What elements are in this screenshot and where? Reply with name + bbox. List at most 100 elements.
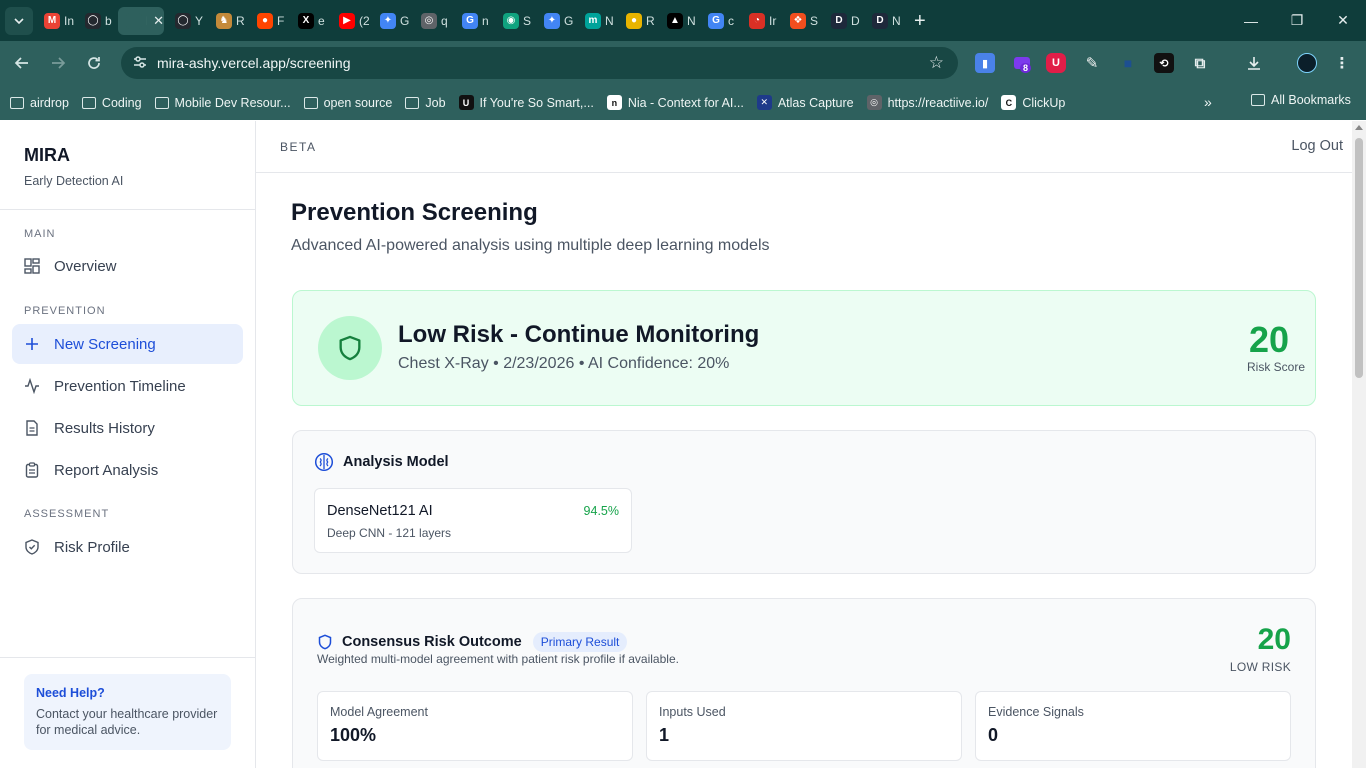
- bookmark-item[interactable]: ◎ https://reactiive.io/: [866, 95, 988, 110]
- sidebar-item-new-screening[interactable]: New Screening: [12, 324, 243, 364]
- brand-name[interactable]: MIRA: [24, 145, 70, 166]
- sidebar-item-results-history[interactable]: Results History: [12, 408, 243, 448]
- tab-favicon-icon: D: [831, 12, 847, 29]
- ublock-extension-icon[interactable]: U: [1046, 53, 1066, 73]
- video-extension-icon[interactable]: ■: [1118, 53, 1138, 73]
- address-bar-row: mira-ashy.vercel.app/screening ☆ ▮ 8 U ✎…: [0, 41, 1366, 85]
- site-info-icon[interactable]: [133, 55, 149, 72]
- link-extension-icon[interactable]: ⟲: [1154, 53, 1174, 73]
- browser-menu-icon[interactable]: ⋮: [1332, 53, 1352, 73]
- browser-tab[interactable]: ◯ Y: [167, 7, 205, 35]
- more-bookmarks-chevron-icon[interactable]: »: [1204, 94, 1212, 110]
- browser-tab[interactable]: ◉ S: [495, 7, 533, 35]
- bookmark-label: Job: [425, 95, 446, 110]
- model-option-densenet[interactable]: DenseNet121 AI 94.5% Deep CNN - 121 laye…: [314, 488, 632, 553]
- tab-favicon-icon: ●: [626, 12, 642, 29]
- bookmark-item[interactable]: Mobile Dev Resour...: [154, 96, 291, 110]
- model-name: DenseNet121 AI: [327, 503, 433, 519]
- bookmark-favicon-icon: ✕: [756, 95, 772, 110]
- browser-tab[interactable]: mN: [577, 7, 615, 35]
- profile-avatar[interactable]: [1297, 53, 1317, 73]
- browser-tab[interactable]: M In: [36, 7, 74, 35]
- tab-search-button[interactable]: [5, 6, 33, 35]
- browser-tab[interactable]: ● F: [249, 7, 287, 35]
- browser-tab[interactable]: DD: [823, 7, 861, 35]
- bookmark-star-icon[interactable]: ☆: [929, 53, 944, 73]
- new-tab-button[interactable]: +: [914, 11, 926, 31]
- tab-title: N: [605, 13, 614, 28]
- maximize-button[interactable]: ❐: [1274, 0, 1320, 41]
- browser-tab[interactable]: M✕: [118, 6, 164, 35]
- bookmark-item[interactable]: Coding: [81, 96, 142, 110]
- bookmark-item[interactable]: U If You're So Smart,...: [458, 95, 594, 110]
- omnibox[interactable]: mira-ashy.vercel.app/screening ☆: [121, 47, 958, 79]
- browser-tab[interactable]: ◯ b: [77, 7, 115, 35]
- tab-title: e: [318, 13, 325, 28]
- tab-favicon-icon: ●: [257, 12, 273, 29]
- all-bookmarks-button[interactable]: All Bookmarks: [1251, 93, 1351, 107]
- close-tab-icon[interactable]: ✕: [153, 13, 164, 29]
- browser-tab[interactable]: ◔ Ir: [741, 7, 779, 35]
- extensions-puzzle-icon[interactable]: ⧉: [1190, 53, 1210, 73]
- tab-favicon-icon: ▲: [667, 12, 683, 29]
- bookmark-item[interactable]: Job: [405, 95, 446, 110]
- tab-title: b: [105, 13, 112, 28]
- extension-badge-count: 8: [1020, 63, 1032, 73]
- browser-tab[interactable]: ✦ G: [372, 7, 410, 35]
- bookmark-item[interactable]: n Nia - Context for AI...: [606, 95, 744, 110]
- risk-score-label: Risk Score: [1246, 360, 1305, 374]
- tab-favicon-icon: ◉: [503, 12, 519, 29]
- sidebar-item-report-analysis[interactable]: Report Analysis: [12, 450, 243, 490]
- forward-button[interactable]: [46, 51, 70, 75]
- extension-badge-icon[interactable]: 8: [1012, 53, 1032, 73]
- browser-tab[interactable]: ◎ q: [413, 7, 451, 35]
- tab-favicon-icon: G: [708, 12, 724, 29]
- close-window-button[interactable]: ✕: [1320, 0, 1366, 41]
- stat-label: Evidence Signals: [988, 705, 1084, 719]
- reload-icon: [88, 57, 100, 69]
- download-icon[interactable]: [1244, 53, 1264, 73]
- minimize-button[interactable]: —: [1228, 0, 1274, 41]
- logout-button[interactable]: Log Out: [1291, 138, 1343, 154]
- tab-title: Y: [195, 13, 204, 28]
- docs-extension-icon[interactable]: ▮: [975, 53, 995, 73]
- tab-title: S: [523, 13, 532, 28]
- browser-tab[interactable]: ✦ G: [536, 7, 574, 35]
- browser-tab[interactable]: Gc: [700, 7, 738, 35]
- sidebar-item-risk-profile[interactable]: Risk Profile: [12, 527, 243, 567]
- bookmark-item[interactable]: C ClickUp: [1001, 95, 1065, 110]
- sidebar-item-label: Overview: [54, 257, 117, 275]
- scrollbar-thumb[interactable]: [1355, 138, 1363, 378]
- bookmark-item[interactable]: airdrop: [10, 96, 69, 110]
- browser-tab[interactable]: ▶ (2: [331, 7, 369, 35]
- stat-evidence-signals: Evidence Signals 0: [975, 691, 1291, 761]
- browser-tab[interactable]: ● R: [618, 7, 656, 35]
- bookmark-favicon-icon: n: [606, 95, 622, 110]
- bookmark-label: If You're So Smart,...: [479, 95, 594, 110]
- page-scrollbar[interactable]: [1352, 121, 1366, 768]
- stat-inputs-used: Inputs Used 1: [646, 691, 962, 761]
- tab-favicon-icon: X: [298, 12, 314, 29]
- browser-tab[interactable]: Gn: [454, 7, 492, 35]
- sidebar-divider: [0, 657, 255, 658]
- reload-button[interactable]: [82, 51, 106, 75]
- browser-tab[interactable]: DN: [864, 7, 902, 35]
- clipboard-icon: [25, 462, 39, 478]
- scroll-up-arrow-icon[interactable]: [1355, 125, 1363, 130]
- browser-tab[interactable]: ♞ R: [208, 7, 246, 35]
- browser-tab[interactable]: Xe: [290, 7, 328, 35]
- tab-title: D: [851, 13, 860, 28]
- browser-tab[interactable]: ▲ N: [659, 7, 697, 35]
- help-text: Contact your healthcare provider for med…: [36, 707, 218, 737]
- bookmark-item[interactable]: open source: [303, 96, 392, 110]
- sidebar-item-overview[interactable]: Overview: [12, 246, 243, 286]
- stat-value: 0: [988, 725, 999, 745]
- page-subtitle: Advanced AI-powered analysis using multi…: [291, 237, 770, 254]
- sidebar-item-prevention-timeline[interactable]: Prevention Timeline: [12, 366, 243, 406]
- eyedropper-extension-icon[interactable]: ✎: [1082, 53, 1102, 73]
- back-button[interactable]: [10, 51, 34, 75]
- browser-tab[interactable]: ❖ S: [782, 7, 820, 35]
- stat-model-agreement: Model Agreement 100%: [317, 691, 633, 761]
- bookmark-item[interactable]: ✕ Atlas Capture: [756, 95, 854, 110]
- sidebar-item-label: Risk Profile: [54, 538, 130, 556]
